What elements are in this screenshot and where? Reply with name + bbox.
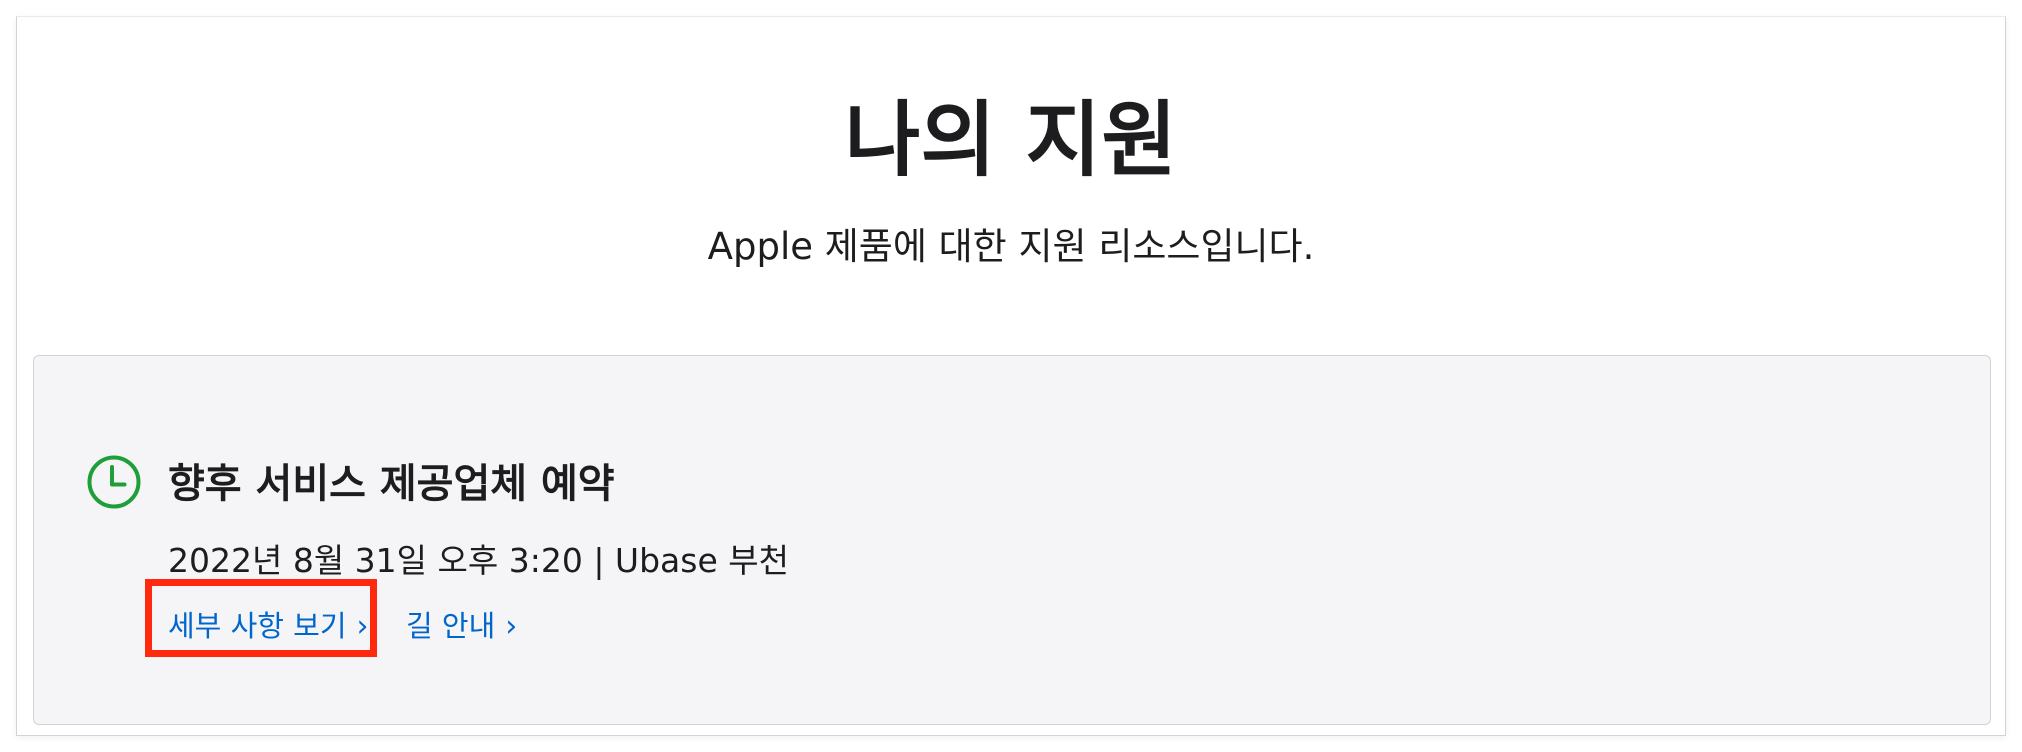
clock-icon <box>87 455 141 509</box>
page-subtitle: Apple 제품에 대한 지원 리소스입니다. <box>707 225 1315 268</box>
chevron-right-icon: › <box>356 609 369 644</box>
directions-label: 길 안내 <box>406 609 496 643</box>
page-title: 나의 지원 <box>844 93 1178 188</box>
view-details-link[interactable]: 세부 사항 보기 › <box>168 604 369 649</box>
chevron-right-icon: › <box>505 609 518 644</box>
support-page: 나의 지원 Apple 제품에 대한 지원 리소스입니다. 향후 서비스 제공업… <box>16 16 2006 736</box>
appointment-title: 향후 서비스 제공업체 예약 <box>168 461 615 507</box>
upcoming-appointment-card: 향후 서비스 제공업체 예약 2022년 8월 31일 오후 3:20 | Ub… <box>33 355 1991 725</box>
view-details-label: 세부 사항 보기 <box>168 609 347 643</box>
directions-link[interactable]: 길 안내 › <box>406 604 517 649</box>
appointment-details: 2022년 8월 31일 오후 3:20 | Ubase 부천 <box>168 541 789 580</box>
